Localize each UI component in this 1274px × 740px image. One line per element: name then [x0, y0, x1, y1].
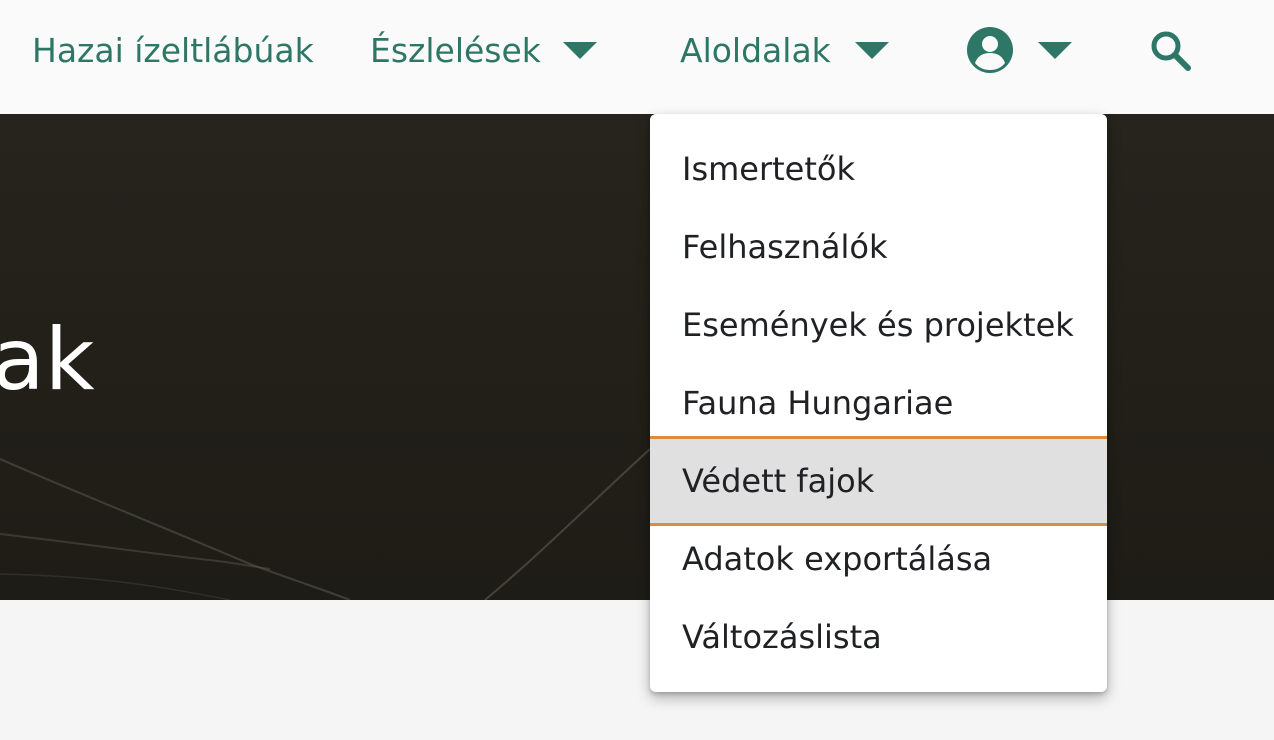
nav-item-label: Aloldalak: [680, 30, 831, 70]
menu-item-ismertetok[interactable]: Ismertetők: [650, 130, 1107, 208]
caret-down-icon: [562, 41, 597, 59]
dropdown-menu-list: Ismertetők Felhasználók Események és pro…: [650, 130, 1107, 676]
caret-down-icon: [854, 41, 889, 59]
aloldalak-dropdown-menu: Ismertetők Felhasználók Események és pro…: [650, 114, 1107, 692]
hero-title: ak: [0, 310, 95, 410]
menu-item-esemenyek-es-projektek[interactable]: Események és projektek: [650, 286, 1107, 364]
account-circle-icon: [967, 27, 1013, 73]
caret-down-icon: [1038, 41, 1072, 59]
nav-item-label: Hazai ízeltlábúak: [32, 30, 314, 70]
nav-aloldalak-dropdown[interactable]: Aloldalak: [680, 26, 889, 74]
page: Hazai ízeltlábúak Észlelések Aloldalak a…: [0, 0, 1274, 740]
menu-item-valtozaslista[interactable]: Változáslista: [650, 598, 1107, 676]
nav-eszlelesek-dropdown[interactable]: Észlelések: [370, 26, 597, 74]
menu-item-adatok-exportalasa[interactable]: Adatok exportálása: [650, 520, 1107, 598]
menu-item-vedett-fajok[interactable]: Védett fajok: [650, 436, 1107, 526]
top-navigation-bar: Hazai ízeltlábúak Észlelések Aloldalak: [0, 0, 1274, 114]
search-button[interactable]: [1148, 28, 1194, 74]
menu-item-fauna-hungariae[interactable]: Fauna Hungariae: [650, 364, 1107, 442]
nav-hazai-izeltlabuak[interactable]: Hazai ízeltlábúak: [32, 26, 314, 74]
account-menu-button[interactable]: [966, 26, 1074, 74]
menu-item-felhasznalok[interactable]: Felhasználók: [650, 208, 1107, 286]
search-icon: [1151, 31, 1191, 71]
nav-item-label: Észlelések: [370, 30, 541, 70]
